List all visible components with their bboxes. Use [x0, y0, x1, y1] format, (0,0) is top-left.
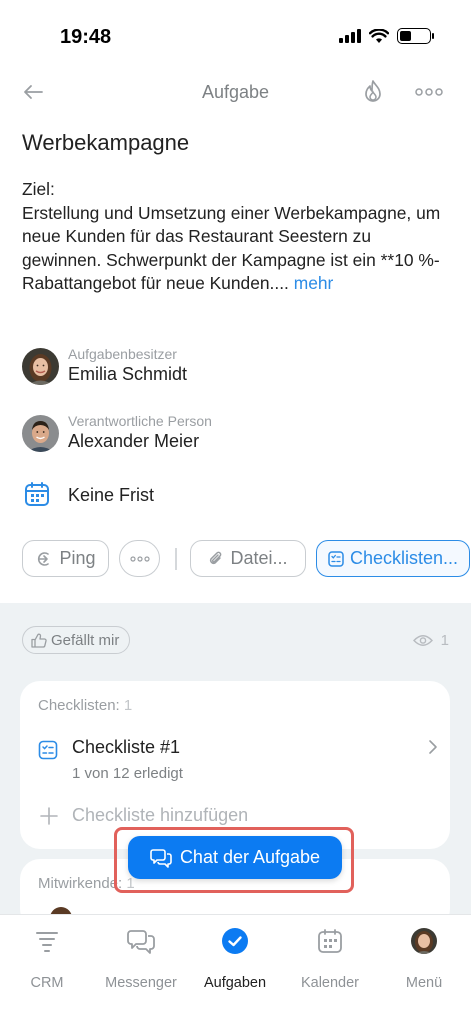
- task-description: Ziel: Erstellung und Umsetzung einer Wer…: [22, 178, 452, 296]
- checklist-icon: [328, 550, 344, 567]
- calendar-icon: [25, 482, 49, 506]
- ping-button[interactable]: Ping: [22, 540, 109, 577]
- eye-icon: [412, 635, 433, 646]
- check-circle-icon: [222, 928, 248, 954]
- crm-funnel-icon: [36, 932, 58, 952]
- female-avatar-icon: [22, 348, 59, 385]
- plus-icon: [40, 806, 58, 825]
- add-checklist-label: Checkliste hinzufügen: [72, 805, 249, 825]
- flame-icon: [365, 80, 381, 102]
- person-role: Verantwortliche Person: [68, 413, 212, 429]
- tab-crm[interactable]: CRM: [0, 927, 94, 991]
- task-owner[interactable]: Aufgabenbesitzer Emilia Schmidt: [22, 346, 422, 394]
- responsible-person[interactable]: Verantwortliche Person Alexander Meier: [22, 413, 422, 461]
- bottom-tab-bar: CRM Messenger Aufgaben Kalender Menü: [0, 914, 471, 1024]
- files-label: Datei...: [230, 548, 288, 568]
- tab-messenger[interactable]: Messenger: [94, 927, 188, 991]
- chat-bubbles-icon: [127, 930, 155, 954]
- task-chat-label: Chat der Aufgabe: [179, 847, 321, 867]
- view-counter: 1: [412, 632, 449, 649]
- chat-bubbles-icon: [150, 848, 172, 868]
- deadline-row[interactable]: Keine Frist: [22, 478, 322, 512]
- action-chips: Ping Datei... Checklisten...: [22, 540, 471, 578]
- tab-calendar[interactable]: Kalender: [283, 927, 377, 991]
- tab-tasks[interactable]: Aufgaben: [188, 927, 282, 991]
- wifi-icon: [369, 28, 389, 43]
- checklists-card-label: Checklisten: 1: [38, 697, 132, 714]
- checklists-card: Checklisten: 1 Checkliste #1 1 von 12 er…: [20, 681, 450, 849]
- ping-icon: [38, 551, 50, 566]
- like-label: Gefällt mir: [51, 631, 120, 649]
- view-count: 1: [440, 632, 449, 649]
- more-options-button[interactable]: [412, 78, 446, 106]
- tab-label: Menü: [405, 975, 443, 991]
- person-name: Emilia Schmidt: [68, 364, 188, 384]
- like-button[interactable]: Gefällt mir: [22, 626, 131, 654]
- more-horizontal-icon: [129, 555, 150, 562]
- thumbs-up-icon: [31, 633, 47, 648]
- more-horizontal-icon: [415, 88, 443, 96]
- page-title: Aufgabe: [201, 82, 270, 102]
- flame-button[interactable]: [358, 76, 388, 106]
- files-button[interactable]: Datei...: [190, 540, 306, 577]
- avatar: [22, 348, 59, 385]
- paperclip-icon: [210, 551, 222, 564]
- person-name: Alexander Meier: [68, 431, 200, 451]
- chevron-right-icon: [429, 740, 437, 754]
- status-bar: 19:48: [0, 0, 471, 60]
- top-navigation-bar: Aufgabe: [0, 70, 471, 114]
- person-role: Aufgabenbesitzer: [68, 346, 177, 362]
- task-chat-button[interactable]: Chat der Aufgabe: [128, 836, 342, 879]
- tab-label: Aufgaben: [203, 975, 267, 991]
- tab-menu[interactable]: Menü: [377, 927, 471, 991]
- deadline-text: Keine Frist: [68, 485, 155, 505]
- checklists-label: Checklisten...: [349, 548, 459, 568]
- checklists-card-title: Checklisten:: [38, 697, 120, 714]
- checklist-icon: [38, 740, 58, 760]
- tab-label: CRM: [30, 975, 64, 991]
- male-avatar-icon: [22, 415, 59, 452]
- checklist-item[interactable]: Checkliste #1 1 von 12 erledigt: [38, 737, 438, 787]
- participants-card-title: Mitwirkende:: [38, 875, 123, 892]
- tab-label: Messenger: [105, 975, 177, 991]
- cellular-signal-icon: [339, 29, 361, 43]
- more-link[interactable]: mehr: [294, 273, 334, 293]
- add-checklist-button[interactable]: Checkliste hinzufügen: [40, 805, 248, 826]
- checklist-name: Checkliste #1: [72, 737, 181, 757]
- calendar-icon: [318, 929, 342, 953]
- status-time: 19:48: [60, 26, 112, 48]
- tab-label: Kalender: [300, 975, 360, 991]
- chip-divider: [175, 548, 177, 570]
- checklists-button[interactable]: Checklisten...: [316, 540, 470, 577]
- checklist-progress: 1 von 12 erledigt: [72, 765, 183, 782]
- more-actions-button[interactable]: [119, 540, 160, 577]
- avatar: [22, 415, 59, 452]
- battery-icon: [397, 28, 434, 44]
- ping-label: Ping: [59, 548, 96, 568]
- checklists-count: 1: [123, 697, 133, 714]
- user-avatar-icon: [411, 928, 437, 954]
- status-icons: [339, 28, 434, 44]
- task-title: Werbekampagne: [22, 130, 190, 155]
- task-description-text: Ziel: Erstellung und Umsetzung einer Wer…: [22, 179, 441, 293]
